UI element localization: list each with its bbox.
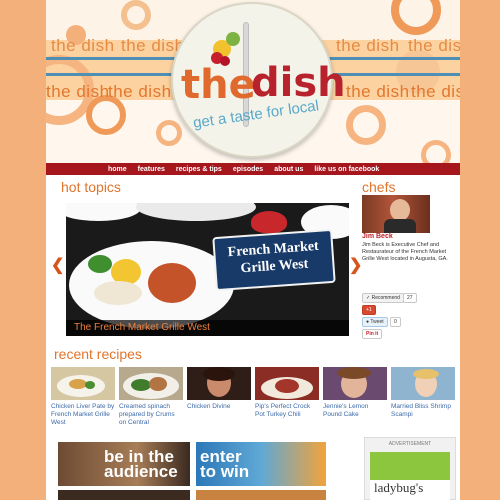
chef-jacket	[384, 219, 416, 233]
header-tile-text: the dish	[408, 36, 460, 55]
decor-ring	[156, 120, 182, 146]
recipe-title[interactable]: Chicken Divine	[187, 403, 251, 411]
twitter-bird-icon: ●	[366, 319, 370, 325]
chef-face	[390, 199, 410, 221]
recent-recipes-title: recent recipes	[54, 346, 142, 362]
audience-promo-text: be in the audience	[104, 447, 178, 481]
header-tile-text: the dish	[346, 82, 410, 101]
recipe-card[interactable]: Chicken Liver Pate by French Market Gril…	[51, 367, 115, 427]
recipe-card[interactable]: Chicken Divine	[187, 367, 251, 411]
nav-item-facebook[interactable]: like us on facebook	[314, 166, 379, 173]
page: the dish the dish the dish the dish the …	[46, 0, 460, 500]
header-tile-text: the dish	[411, 82, 460, 101]
thumbs-up-icon: ✓	[366, 295, 371, 301]
chef-name[interactable]: Jim Beck	[362, 233, 393, 240]
nav-item-features[interactable]: features	[138, 166, 165, 173]
rice-image	[94, 281, 142, 305]
tweet-button[interactable]: ● Tweet	[362, 317, 388, 327]
recipe-title[interactable]: Jennie's Lemon Pound Cake	[323, 403, 387, 419]
sign-text: French Market Grille West	[227, 238, 320, 277]
advertisement[interactable]: ADVERTISEMENT ladybug's	[364, 437, 456, 500]
main-nav: home features recipes & tips episodes ab…	[46, 163, 460, 175]
chevron-right-icon[interactable]: ❯	[349, 255, 362, 275]
promo-partial[interactable]	[196, 490, 326, 500]
chevron-left-icon[interactable]: ❮	[51, 255, 64, 275]
recipe-card[interactable]: Pip's Perfect Crock Pot Turkey Chili	[255, 367, 319, 419]
header-tile-text: the dish	[46, 82, 110, 101]
recipe-thumbnail[interactable]	[51, 367, 115, 400]
promo-partial[interactable]	[58, 490, 190, 500]
plate-image	[136, 203, 256, 221]
recipe-card[interactable]: Married Bliss Shrimp Scampi	[391, 367, 455, 419]
nav-item-recipes-tips[interactable]: recipes & tips	[176, 166, 222, 173]
ad-label: ADVERTISEMENT	[388, 441, 432, 447]
recipe-card[interactable]: Creamed spinach prepared by Crums on Cen…	[119, 367, 183, 427]
recipe-thumbnail[interactable]	[187, 367, 251, 400]
decor-ring	[121, 0, 151, 30]
nav-item-episodes[interactable]: episodes	[233, 166, 263, 173]
decor-ring	[346, 105, 386, 145]
recommend-button[interactable]: ✓ Recommend	[362, 293, 404, 303]
chef-bio: Jim Beck is Executive Chef and Restaurat…	[362, 242, 448, 262]
nav-item-about-us[interactable]: about us	[274, 166, 303, 173]
win-promo[interactable]: enter to win	[196, 442, 326, 486]
recipe-thumbnail[interactable]	[391, 367, 455, 400]
ad-text: ladybug's	[374, 480, 424, 495]
restaurant-sign: French Market Grille West	[212, 228, 336, 292]
recipe-thumbnail[interactable]	[323, 367, 387, 400]
recipe-title[interactable]: Creamed spinach prepared by Crums on Cen…	[119, 403, 183, 427]
google-plus-button[interactable]: +1	[362, 305, 376, 315]
recipe-card[interactable]: Jennie's Lemon Pound Cake	[323, 367, 387, 419]
tweet-count: 0	[390, 317, 401, 327]
nav-item-home[interactable]: home	[108, 166, 127, 173]
header-tile-text: the dish	[336, 36, 400, 55]
slider-caption[interactable]: The French Market Grille West	[66, 320, 349, 336]
logo-leaf-icon	[226, 32, 240, 46]
header-tile-text: the dish	[108, 82, 172, 101]
tweet-label: Tweet	[370, 319, 384, 325]
logo-the: the	[181, 62, 256, 108]
ad-banner[interactable]: ladybug's	[370, 452, 450, 500]
chef-photo[interactable]	[362, 195, 430, 233]
recipe-title[interactable]: Married Bliss Shrimp Scampi	[391, 403, 455, 419]
hot-topics-slider[interactable]: French Market Grille West The French Mar…	[66, 203, 349, 336]
recommend-label: Recommend	[371, 295, 400, 301]
recipe-title[interactable]: Pip's Perfect Crock Pot Turkey Chili	[255, 403, 319, 419]
win-promo-text: enter to win	[200, 447, 250, 481]
recipe-thumbnail[interactable]	[255, 367, 319, 400]
crawfish-icon	[251, 211, 287, 233]
recommend-count: 27	[403, 293, 417, 303]
decor-ring	[421, 140, 451, 163]
hot-topics-title: hot topics	[61, 179, 121, 195]
header-tile-text: the dish	[51, 36, 115, 55]
pin-it-button[interactable]: Pin it	[362, 329, 383, 339]
recipe-title[interactable]: Chicken Liver Pate by French Market Gril…	[51, 403, 115, 427]
plate-image	[66, 203, 141, 221]
header-banner: the dish the dish the dish the dish the …	[46, 0, 460, 163]
sauce-image	[148, 263, 196, 303]
chefs-title: chefs	[362, 179, 396, 195]
recipe-thumbnail[interactable]	[119, 367, 183, 400]
audience-promo[interactable]: be in the audience	[58, 442, 190, 486]
greens-image	[88, 255, 112, 273]
